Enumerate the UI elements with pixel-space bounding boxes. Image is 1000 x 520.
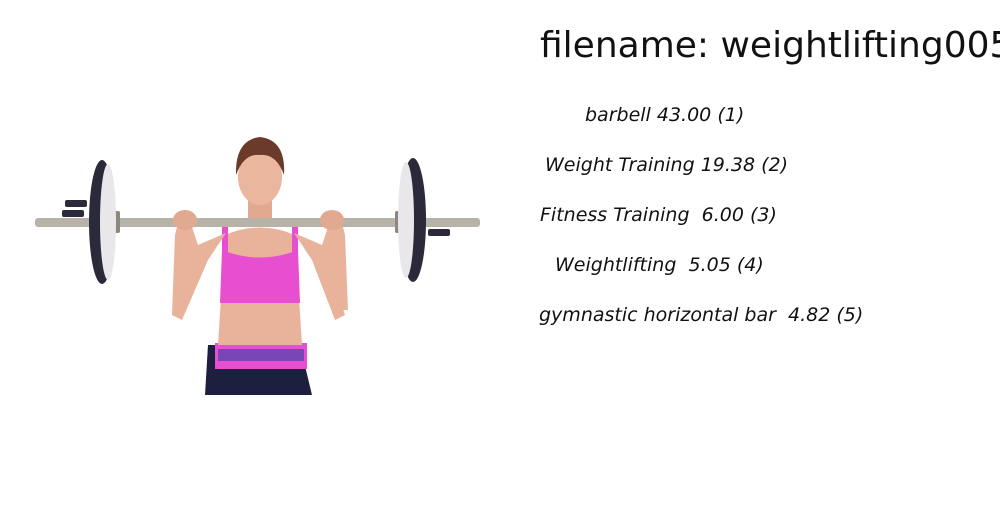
prediction-item-3: Fitness Training 6.00 (3) bbox=[540, 203, 777, 227]
prediction-rank: (5) bbox=[836, 304, 864, 326]
prediction-item-4: Weightlifting 5.05 (4) bbox=[555, 253, 764, 277]
prediction-label: Fitness Training bbox=[540, 204, 690, 226]
prediction-rank: (4) bbox=[736, 254, 764, 276]
prediction-item-1: barbell 43.00 (1) bbox=[585, 103, 744, 127]
prediction-score: 43.00 bbox=[656, 104, 712, 126]
prediction-rank: (3) bbox=[749, 204, 777, 226]
prediction-score: 19.38 bbox=[700, 154, 756, 176]
prediction-item-2: Weight Training 19.38 (2) bbox=[545, 153, 788, 177]
filename-title: filename: weightlifting0054.jpg bbox=[540, 25, 1000, 66]
prediction-item-5: gymnastic horizontal bar 4.82 (5) bbox=[539, 303, 863, 327]
prediction-label: Weightlifting bbox=[555, 254, 677, 276]
prediction-score: 4.82 bbox=[788, 304, 831, 326]
prediction-label: Weight Training bbox=[545, 154, 695, 176]
weightlifting-photo bbox=[30, 125, 485, 400]
prediction-label: barbell bbox=[585, 104, 651, 126]
prediction-rank: (1) bbox=[717, 104, 745, 126]
prediction-score: 5.05 bbox=[688, 254, 731, 276]
prediction-rank: (2) bbox=[761, 154, 789, 176]
prediction-score: 6.00 bbox=[701, 204, 744, 226]
prediction-label: gymnastic horizontal bar bbox=[539, 304, 776, 326]
